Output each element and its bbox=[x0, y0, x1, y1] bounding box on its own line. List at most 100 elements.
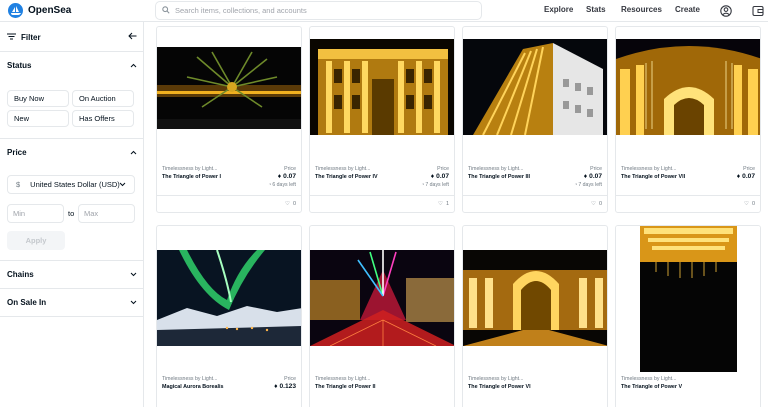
collapse-arrow-icon[interactable] bbox=[128, 32, 137, 42]
favorite-button[interactable]: ♡ 0 bbox=[744, 201, 755, 207]
heart-icon: ♡ bbox=[438, 201, 443, 207]
clock-icon: ◔ bbox=[421, 182, 425, 188]
chevron-down-icon bbox=[130, 298, 137, 307]
nft-card[interactable]: Timelessness by Light... Magical Aurora … bbox=[156, 225, 302, 407]
filter-icon bbox=[7, 33, 16, 42]
wallet-icon[interactable] bbox=[751, 4, 764, 17]
clock-icon: ◔ bbox=[574, 182, 578, 188]
collection-name: Timelessness by Light... bbox=[468, 166, 524, 172]
heart-icon: ♡ bbox=[744, 201, 749, 207]
eth-icon: ♦ bbox=[736, 173, 741, 180]
apply-button[interactable]: Apply bbox=[7, 231, 65, 250]
eth-icon: ♦ bbox=[277, 173, 282, 180]
collection-name: Timelessness by Light... bbox=[621, 166, 677, 172]
dollar-icon: $ bbox=[16, 180, 21, 189]
status-section-header[interactable]: Status bbox=[7, 61, 137, 70]
nft-name: The Triangle of Power II bbox=[315, 384, 376, 390]
time-left: ◔ 7 days left bbox=[421, 182, 449, 188]
nft-card[interactable]: Timelessness by Light... The Triangle of… bbox=[309, 225, 455, 407]
price-section-header[interactable]: Price bbox=[7, 148, 137, 157]
time-left: ◔ 6 days left bbox=[268, 182, 296, 188]
price-title: Price bbox=[7, 148, 27, 157]
price-to-label: to bbox=[68, 209, 75, 218]
on-sale-section-header[interactable]: On Sale In bbox=[7, 298, 137, 307]
price-label: Price bbox=[743, 166, 755, 172]
price-label: Price bbox=[284, 376, 296, 382]
nft-image-triangle-power-3 bbox=[463, 39, 607, 135]
nft-image-triangle-power-5 bbox=[616, 226, 760, 372]
collection-name: Timelessness by Light... bbox=[468, 376, 524, 382]
chevron-up-icon bbox=[130, 61, 137, 70]
nft-name: The Triangle of Power I bbox=[162, 174, 222, 180]
status-new[interactable]: New bbox=[7, 110, 69, 127]
chains-title: Chains bbox=[7, 270, 34, 279]
collection-name: Timelessness by Light... bbox=[162, 166, 218, 172]
eth-icon: ♦ bbox=[583, 173, 588, 180]
favorite-button[interactable]: ♡ 0 bbox=[591, 201, 602, 207]
clock-icon: ◔ bbox=[268, 182, 272, 188]
price-label: Price bbox=[284, 166, 296, 172]
chevron-up-icon bbox=[130, 148, 137, 157]
account-icon[interactable] bbox=[719, 4, 732, 17]
chains-section-header[interactable]: Chains bbox=[7, 270, 137, 279]
filter-label: Filter bbox=[21, 32, 41, 42]
nft-name: The Triangle of Power VII bbox=[621, 174, 686, 180]
nft-name: The Triangle of Power VI bbox=[468, 384, 531, 390]
collection-name: Timelessness by Light... bbox=[315, 376, 371, 382]
brand-logo[interactable]: OpenSea bbox=[8, 3, 71, 18]
nft-card[interactable]: Timelessness by Light... The Triangle of… bbox=[615, 225, 761, 407]
nft-card[interactable]: Timelessness by Light... The Triangle of… bbox=[615, 26, 761, 213]
price-max-input[interactable]: Max bbox=[78, 204, 135, 223]
chevron-down-icon bbox=[130, 270, 137, 279]
favorite-button[interactable]: ♡ 0 bbox=[285, 201, 296, 207]
heart-icon: ♡ bbox=[591, 201, 596, 207]
collection-name: Timelessness by Light... bbox=[162, 376, 218, 382]
on-sale-title: On Sale In bbox=[7, 298, 47, 307]
nft-image-triangle-power-7 bbox=[616, 39, 760, 135]
top-navbar: OpenSea Explore Stats Resources Create bbox=[0, 0, 768, 22]
status-has-offers[interactable]: Has Offers bbox=[72, 110, 134, 127]
nav-create[interactable]: Create bbox=[675, 5, 700, 14]
price-label: Price bbox=[437, 166, 449, 172]
search-icon bbox=[162, 5, 170, 16]
nft-card[interactable]: Timelessness by Light... The Triangle of… bbox=[462, 26, 608, 213]
status-buy-now[interactable]: Buy Now bbox=[7, 90, 69, 107]
favorite-button[interactable]: ♡ 1 bbox=[438, 201, 449, 207]
nft-name: The Triangle of Power IV bbox=[315, 174, 378, 180]
price-value: ♦ 0.07 bbox=[736, 173, 755, 180]
nft-image-triangle-power-1 bbox=[157, 47, 301, 129]
nft-image-triangle-power-4 bbox=[310, 39, 454, 135]
currency-select[interactable]: $ United States Dollar (USD) bbox=[7, 175, 135, 194]
nft-name: Magical Aurora Borealis bbox=[162, 384, 224, 390]
time-left: ◔ 7 days left bbox=[574, 182, 602, 188]
price-value: ♦ 0.123 bbox=[274, 383, 296, 390]
price-value: ♦ 0.07 bbox=[277, 173, 296, 180]
opensea-logo-icon bbox=[8, 3, 23, 18]
brand-name: OpenSea bbox=[28, 5, 72, 16]
nft-card[interactable]: Timelessness by Light... The Triangle of… bbox=[309, 26, 455, 213]
nft-image-triangle-power-2 bbox=[310, 250, 454, 346]
nft-name: The Triangle of Power V bbox=[621, 384, 683, 390]
filter-sidebar: Filter Status Buy Now On Auction New Has… bbox=[0, 22, 144, 407]
price-label: Price bbox=[590, 166, 602, 172]
price-min-input[interactable]: Min bbox=[7, 204, 64, 223]
chevron-down-icon bbox=[119, 180, 126, 189]
nft-card[interactable]: Timelessness by Light... The Triangle of… bbox=[462, 225, 608, 407]
nav-resources[interactable]: Resources bbox=[621, 5, 662, 14]
status-on-auction[interactable]: On Auction bbox=[72, 90, 134, 107]
nav-explore[interactable]: Explore bbox=[544, 5, 573, 14]
price-value: ♦ 0.07 bbox=[430, 173, 449, 180]
search-bar[interactable] bbox=[155, 1, 482, 20]
price-value: ♦ 0.07 bbox=[583, 173, 602, 180]
eth-icon: ♦ bbox=[430, 173, 435, 180]
nft-name: The Triangle of Power III bbox=[468, 174, 531, 180]
status-title: Status bbox=[7, 61, 32, 70]
collection-name: Timelessness by Light... bbox=[621, 376, 677, 382]
search-input[interactable] bbox=[175, 6, 465, 15]
eth-icon: ♦ bbox=[274, 383, 278, 390]
currency-value: United States Dollar (USD) bbox=[30, 180, 120, 189]
nft-image-triangle-power-6 bbox=[463, 250, 607, 346]
filter-header[interactable]: Filter bbox=[7, 32, 137, 42]
nav-stats[interactable]: Stats bbox=[586, 5, 606, 14]
nft-card[interactable]: Timelessness by Light... The Triangle of… bbox=[156, 26, 302, 213]
